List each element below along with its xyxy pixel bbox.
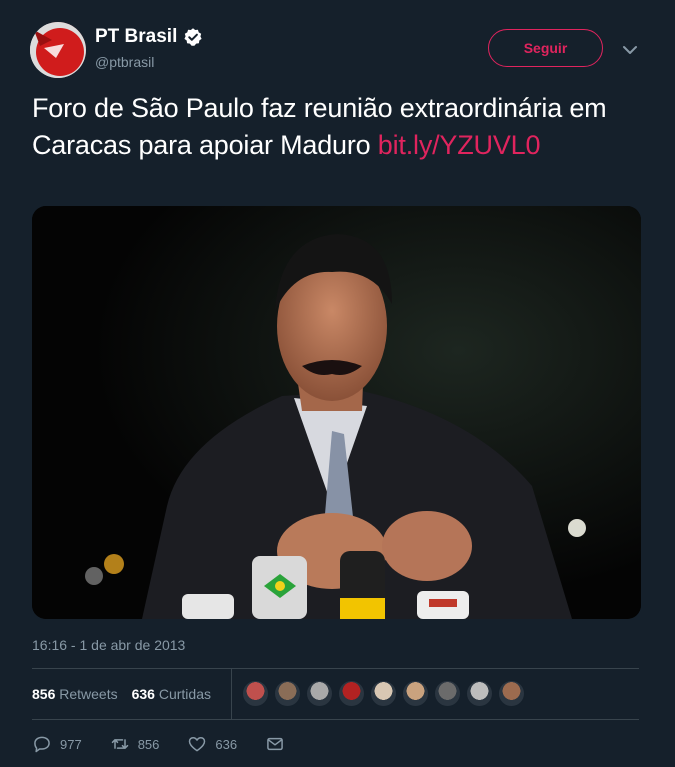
direct-message-button[interactable] bbox=[265, 734, 285, 754]
retweets-label: Retweets bbox=[59, 686, 118, 702]
like-button[interactable]: 636 bbox=[187, 734, 237, 754]
retweet-icon bbox=[111, 739, 128, 749]
divider bbox=[32, 668, 639, 669]
tweet-timestamp[interactable]: 16:16 - 1 de abr de 2013 bbox=[32, 637, 185, 653]
liker-avatar[interactable] bbox=[466, 680, 493, 707]
verified-badge-icon bbox=[184, 28, 202, 46]
liker-avatar[interactable] bbox=[274, 680, 301, 707]
retweets-stat[interactable]: 856 Retweets bbox=[32, 686, 118, 702]
liker-avatar[interactable] bbox=[338, 680, 365, 707]
liker-avatar[interactable] bbox=[498, 680, 525, 707]
likes-count: 636 bbox=[131, 686, 155, 702]
like-count: 636 bbox=[215, 736, 238, 752]
account-name[interactable]: PT Brasil bbox=[95, 26, 177, 48]
retweets-count: 856 bbox=[32, 686, 56, 702]
tweet-actions: 977 856 636 bbox=[32, 734, 313, 754]
stats-separator bbox=[231, 669, 232, 719]
tweet-link[interactable]: bit.ly/YZUVL0 bbox=[378, 130, 541, 160]
chevron-down-icon[interactable] bbox=[620, 40, 640, 60]
tweet-photo[interactable] bbox=[32, 206, 641, 619]
message-icon bbox=[267, 737, 283, 751]
reply-count: 977 bbox=[60, 736, 82, 752]
liker-avatars bbox=[242, 680, 525, 707]
likes-stat[interactable]: 636 Curtidas bbox=[132, 686, 211, 702]
account-handle[interactable]: @ptbrasil bbox=[95, 54, 154, 70]
retweet-count: 856 bbox=[137, 736, 160, 752]
liker-avatar[interactable] bbox=[370, 680, 397, 707]
liker-avatar[interactable] bbox=[434, 680, 461, 707]
likes-label: Curtidas bbox=[158, 686, 211, 702]
liker-avatar[interactable] bbox=[402, 680, 429, 707]
retweet-button[interactable]: 856 bbox=[110, 734, 160, 754]
reply-button[interactable]: 977 bbox=[32, 734, 82, 754]
avatar[interactable] bbox=[30, 22, 86, 78]
like-icon bbox=[189, 737, 206, 752]
tweet-stats: 856 Retweets 636 Curtidas bbox=[32, 686, 211, 702]
divider bbox=[32, 719, 639, 720]
liker-avatar[interactable] bbox=[306, 680, 333, 707]
follow-button[interactable]: Seguir bbox=[488, 29, 603, 67]
account-name-row: PT Brasil bbox=[95, 26, 203, 48]
reply-icon bbox=[34, 736, 50, 753]
tweet-text: Foro de São Paulo faz reunião extraordin… bbox=[32, 90, 642, 164]
liker-avatar[interactable] bbox=[242, 680, 269, 707]
